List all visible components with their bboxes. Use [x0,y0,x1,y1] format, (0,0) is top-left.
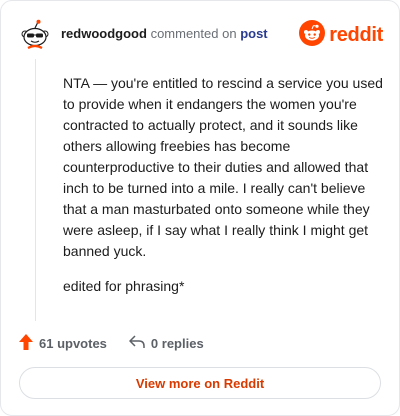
view-more-button[interactable]: View more on Reddit [19,367,381,399]
comment-paragraph: NTA — you're entitled to rescind a servi… [63,75,383,259]
reddit-logo[interactable]: reddit [299,19,383,51]
embedded-comment-card: redwoodgood commented on post reddit NTA… [0,0,400,416]
upvote-button[interactable]: 61 upvotes [19,333,107,353]
reply-count: 0 replies [150,335,204,351]
reddit-wordmark: reddit [329,23,383,46]
comment-actions: 61 upvotes 0 replies [19,333,204,353]
avatar[interactable] [19,19,51,51]
comment-paragraph: edited for phrasing* [63,278,185,294]
reply-icon [129,334,145,352]
username-link[interactable]: redwoodgood [61,26,147,41]
post-link[interactable]: post [240,26,267,41]
upvote-icon [19,333,33,353]
reddit-logo-icon [299,19,326,51]
action-text: commented on [150,26,237,41]
comment-header: redwoodgood commented on post reddit [19,19,383,53]
thread-line [35,59,36,321]
reply-button[interactable]: 0 replies [129,334,204,352]
comment-body: NTA — you're entitled to rescind a servi… [63,73,383,311]
upvote-count: 61 upvotes [39,335,107,351]
comment-meta: redwoodgood commented on post [61,25,268,43]
